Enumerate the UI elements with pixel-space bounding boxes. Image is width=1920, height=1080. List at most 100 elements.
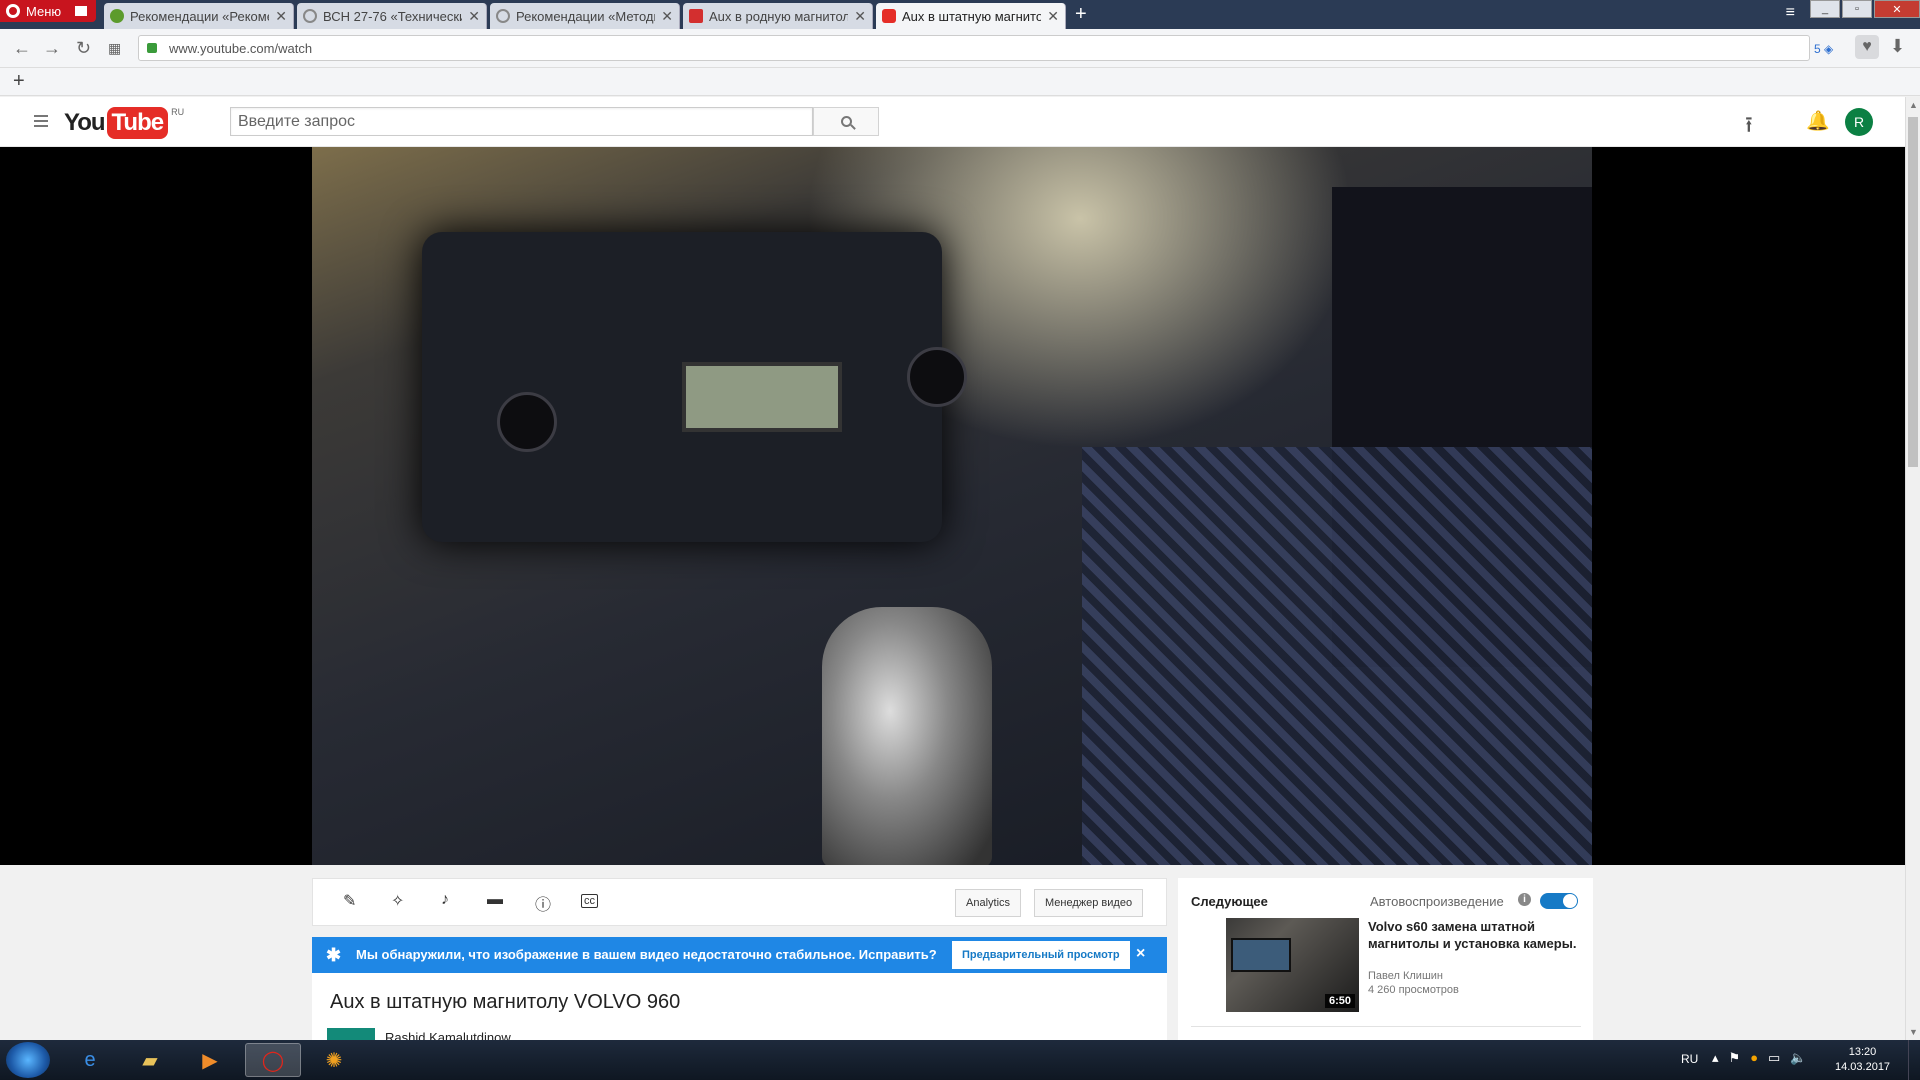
speed-dial-icon[interactable]: ▦ xyxy=(108,40,121,57)
annotations-icon[interactable]: ▬ xyxy=(487,891,503,909)
windows-taskbar: e ▰ ▶ ◯ ✺ RU ▴ ⚑ ● ▭ 🔈 13:20 14.03.2017 xyxy=(0,1040,1920,1080)
tray-app-icon[interactable]: ● xyxy=(1750,1050,1758,1066)
adblock-count: 5 xyxy=(1814,42,1821,56)
tab-title: ВСН 27-76 «Технические xyxy=(323,8,463,24)
video-scene-knob xyxy=(497,392,557,452)
upload-icon[interactable]: ⭱ xyxy=(1745,108,1753,146)
tab-close-icon[interactable]: ✕ xyxy=(1047,8,1059,25)
back-icon[interactable]: ← xyxy=(13,38,31,59)
account-avatar[interactable]: R xyxy=(1845,108,1873,136)
opera-taskbar-icon[interactable]: ◯ xyxy=(245,1043,301,1077)
tray-expand-icon[interactable]: ▴ xyxy=(1712,1050,1719,1066)
adblock-badge[interactable]: 5 ◈ xyxy=(1814,42,1833,56)
avatar-letter: R xyxy=(1853,114,1865,130)
heart-icon[interactable]: ♥ xyxy=(1855,35,1879,59)
bookmarks-bar: + xyxy=(0,68,1920,96)
youtube-logo[interactable]: You Tube RU xyxy=(64,107,184,139)
network-icon[interactable]: ▭ xyxy=(1768,1050,1780,1066)
opera-menu-button[interactable]: Меню xyxy=(0,0,96,22)
analytics-button[interactable]: Analytics xyxy=(955,889,1022,917)
tab-title: Aux в штатную магнитолу xyxy=(902,8,1042,24)
tab-title: Рекомендации «Рекомен xyxy=(130,8,270,24)
forward-icon[interactable]: → xyxy=(43,38,61,59)
show-desktop-button[interactable] xyxy=(1908,1040,1920,1080)
analytics-label: Analytics xyxy=(966,897,1011,909)
thumbnail-screen xyxy=(1231,938,1291,972)
scroll-down-arrow-icon[interactable]: ▼ xyxy=(1909,1027,1918,1037)
navigation-bar: ← → ↻ ▦ www.youtube.com/watch 5 ◈ xyxy=(0,29,1920,68)
subtitles-cc-icon[interactable]: cc xyxy=(581,894,598,908)
tabs-menu-icon[interactable]: ≡ xyxy=(1786,4,1795,22)
youtube-header: You Tube RU Введите запрос ⭱ 🔔 R xyxy=(0,97,1905,147)
autoplay-info-icon[interactable]: i xyxy=(1518,893,1531,906)
add-bookmark-button[interactable]: + xyxy=(13,70,25,93)
search-input[interactable]: Введите запрос xyxy=(230,107,813,136)
search-button[interactable] xyxy=(813,107,879,136)
file-explorer-icon[interactable]: ▰ xyxy=(122,1043,178,1077)
taskbar-clock[interactable]: 13:20 14.03.2017 xyxy=(1835,1045,1890,1075)
tab-title: Рекомендации «Методи xyxy=(516,8,656,24)
flag-icon xyxy=(75,6,88,16)
guide-menu-icon[interactable] xyxy=(34,115,48,130)
tab-close-icon[interactable]: ✕ xyxy=(468,8,480,25)
browser-tab-3[interactable]: Рекомендации «Методи ✕ xyxy=(490,3,680,29)
clock-date: 14.03.2017 xyxy=(1835,1061,1891,1073)
minimize-button[interactable]: _ xyxy=(1810,0,1840,18)
tab-loading-icon xyxy=(303,9,317,23)
video-scene-gear-shift xyxy=(822,607,992,865)
enhance-wand-icon[interactable]: ✧ xyxy=(391,891,404,911)
tab-title: Aux в родную магнитолу xyxy=(709,8,849,24)
autoplay-toggle[interactable] xyxy=(1540,893,1578,909)
url-text: www.youtube.com/watch xyxy=(169,40,313,56)
search-icon xyxy=(840,116,852,127)
address-field[interactable]: www.youtube.com/watch xyxy=(138,35,1810,61)
recommendation-thumbnail[interactable]: 6:50 xyxy=(1191,918,1359,1012)
tab-close-icon[interactable]: ✕ xyxy=(275,8,287,25)
reload-icon[interactable]: ↻ xyxy=(76,38,91,59)
preview-button[interactable]: Предварительный просмотр xyxy=(952,941,1130,969)
dismiss-notice-icon[interactable]: × xyxy=(1136,945,1145,963)
tab-close-icon[interactable]: ✕ xyxy=(661,8,673,25)
tab-close-icon[interactable]: ✕ xyxy=(854,8,866,25)
internet-explorer-icon[interactable]: e xyxy=(62,1043,118,1077)
edit-pencil-icon[interactable]: ✎ xyxy=(343,891,356,911)
action-center-flag-icon[interactable]: ⚑ xyxy=(1729,1050,1741,1066)
tab-favicon-icon xyxy=(689,9,703,23)
browser-tab-strip: Меню Рекомендации «Рекомен ✕ ВСН 27-76 «… xyxy=(0,0,1920,29)
browser-tab-1[interactable]: Рекомендации «Рекомен ✕ xyxy=(104,3,294,29)
browser-tab-2[interactable]: ВСН 27-76 «Технические ✕ xyxy=(297,3,487,29)
scroll-thumb[interactable] xyxy=(1908,117,1918,467)
stabilization-notice: ✱ Мы обнаружили, что изображение в вашем… xyxy=(312,937,1167,973)
clock-time: 13:20 xyxy=(1848,1046,1877,1058)
video-manager-button[interactable]: Менеджер видео xyxy=(1034,889,1144,917)
browser-tab-4[interactable]: Aux в родную магнитолу ✕ xyxy=(683,3,873,29)
notifications-bell-icon[interactable]: 🔔 xyxy=(1806,109,1830,133)
video-frame[interactable] xyxy=(312,147,1592,865)
preview-label: Предварительный просмотр xyxy=(962,949,1120,961)
tab-favicon-icon xyxy=(110,9,124,23)
browser-tab-5[interactable]: Aux в штатную магнитолу ✕ xyxy=(876,3,1066,29)
video-scene-radio-display xyxy=(682,362,842,432)
media-player-icon[interactable]: ▶ xyxy=(182,1043,238,1077)
scroll-up-arrow-icon[interactable]: ▲ xyxy=(1909,100,1918,110)
video-duration: 6:50 xyxy=(1324,994,1355,1008)
video-scene-knob xyxy=(907,347,967,407)
download-icon[interactable]: ⬇ xyxy=(1890,36,1905,57)
tab-loading-icon xyxy=(496,9,510,23)
info-icon[interactable]: ⓘ xyxy=(535,891,551,915)
start-button[interactable] xyxy=(6,1042,50,1078)
video-player[interactable] xyxy=(0,147,1905,865)
youtube-favicon-icon xyxy=(882,9,896,23)
recommendation-channel[interactable]: Павел Клишин xyxy=(1368,970,1443,982)
close-window-button[interactable]: ✕ xyxy=(1874,0,1920,18)
recommendation-title[interactable]: Volvo s60 замена штатной магнитолы и уст… xyxy=(1368,918,1578,952)
lock-icon xyxy=(147,43,157,53)
app-taskbar-icon[interactable]: ✺ xyxy=(306,1043,362,1077)
new-tab-button[interactable]: + xyxy=(1075,3,1087,25)
audio-note-icon[interactable]: ♪ xyxy=(441,891,449,909)
maximize-button[interactable]: ▫ xyxy=(1842,0,1872,18)
page-scrollbar[interactable]: ▲ ▼ xyxy=(1905,97,1920,1040)
volume-icon[interactable]: 🔈 xyxy=(1790,1050,1806,1066)
language-indicator[interactable]: RU xyxy=(1681,1052,1698,1066)
divider xyxy=(1191,1026,1581,1027)
